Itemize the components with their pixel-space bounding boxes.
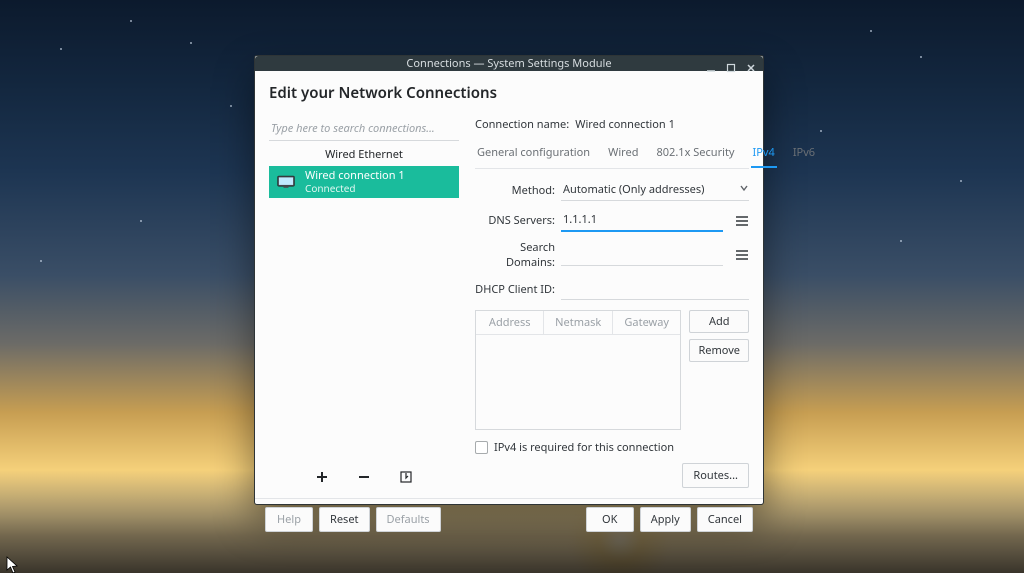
connection-item-wired-1[interactable]: Wired connection 1 Connected xyxy=(269,166,459,198)
col-netmask: Netmask xyxy=(544,311,612,334)
method-label: Method: xyxy=(475,183,555,198)
maximize-button[interactable] xyxy=(723,60,739,76)
ipv4-required-checkbox[interactable] xyxy=(475,441,488,454)
routes-button[interactable]: Routes... xyxy=(682,463,749,488)
dns-servers-input[interactable] xyxy=(561,209,723,232)
help-button[interactable]: Help xyxy=(265,507,313,532)
connection-status: Connected xyxy=(305,183,405,195)
window-title: Connections — System Settings Module xyxy=(406,56,611,71)
tab-ipv6[interactable]: IPv6 xyxy=(791,140,817,168)
col-address: Address xyxy=(476,311,544,334)
close-button[interactable] xyxy=(743,60,759,76)
tab-general[interactable]: General configuration xyxy=(475,140,592,168)
method-select[interactable]: Automatic (Only addresses) xyxy=(561,179,749,201)
dhcp-client-id-input[interactable] xyxy=(561,278,749,300)
cancel-button[interactable]: Cancel xyxy=(697,507,753,532)
search-domains-label: Search Domains: xyxy=(475,240,555,270)
connection-name-label: Connection name: xyxy=(475,117,569,132)
dns-list-edit-button[interactable] xyxy=(735,213,749,229)
ethernet-icon xyxy=(275,173,297,191)
col-gateway: Gateway xyxy=(613,311,680,334)
settings-window: Connections — System Settings Module Edi… xyxy=(254,55,764,505)
connection-details: Connection name: Wired connection 1 Gene… xyxy=(475,117,749,488)
ipv4-required-label: IPv4 is required for this connection xyxy=(494,440,674,455)
reset-button[interactable]: Reset xyxy=(319,507,370,532)
titlebar[interactable]: Connections — System Settings Module xyxy=(255,56,763,71)
connections-list: Wired connection 1 Connected xyxy=(269,166,459,462)
addresses-add-button[interactable]: Add xyxy=(689,310,749,333)
tab-ipv4[interactable]: IPv4 xyxy=(751,140,777,168)
connections-sidebar: Wired Ethernet Wired connection 1 xyxy=(269,117,459,488)
minimize-button[interactable] xyxy=(703,60,719,76)
dns-servers-label: DNS Servers: xyxy=(475,213,555,228)
connection-name-value: Wired connection 1 xyxy=(575,117,675,132)
export-connection-button[interactable] xyxy=(397,468,415,486)
search-domains-list-edit-button[interactable] xyxy=(735,247,749,263)
search-domains-input[interactable] xyxy=(561,244,723,266)
apply-button[interactable]: Apply xyxy=(640,507,691,532)
page-heading: Edit your Network Connections xyxy=(269,83,749,103)
defaults-button[interactable]: Defaults xyxy=(376,507,441,532)
settings-tabs: General configuration Wired 802.1x Secur… xyxy=(475,140,749,169)
addresses-table[interactable]: Address Netmask Gateway xyxy=(475,310,681,430)
dhcp-client-id-label: DHCP Client ID: xyxy=(475,282,555,297)
category-header: Wired Ethernet xyxy=(269,141,459,166)
dialog-button-bar: Help Reset Defaults OK Apply Cancel xyxy=(255,498,763,540)
addresses-remove-button[interactable]: Remove xyxy=(689,339,749,362)
tab-8021x[interactable]: 802.1x Security xyxy=(654,140,736,168)
search-connections-input[interactable] xyxy=(269,117,459,141)
add-connection-button[interactable] xyxy=(313,468,331,486)
remove-connection-button[interactable] xyxy=(355,468,373,486)
ok-button[interactable]: OK xyxy=(586,507,634,532)
tab-wired[interactable]: Wired xyxy=(606,140,640,168)
